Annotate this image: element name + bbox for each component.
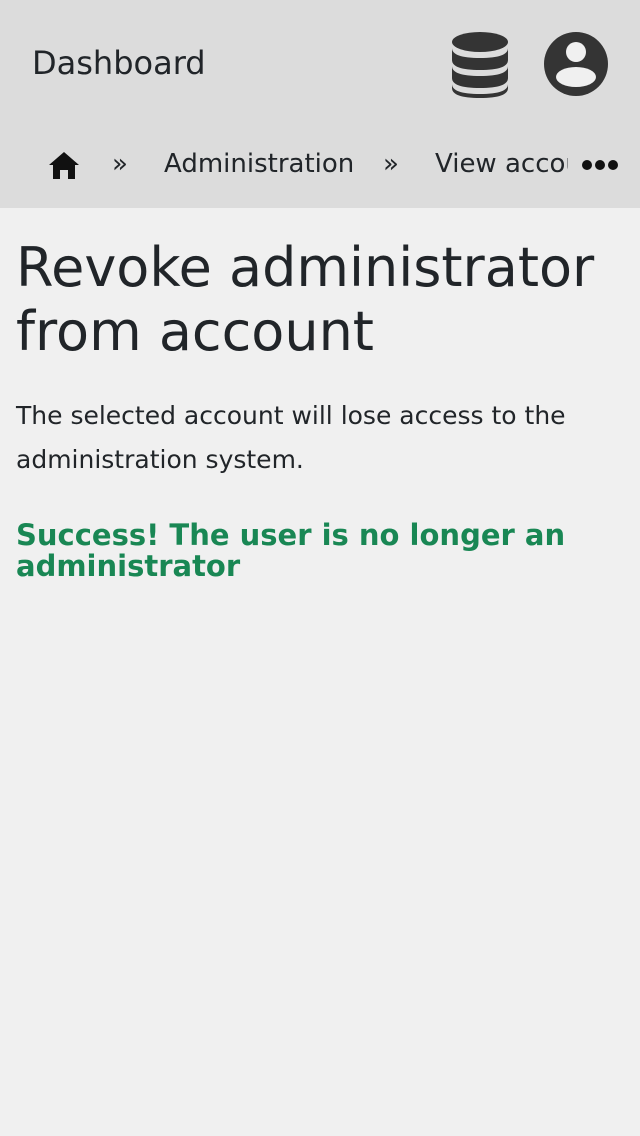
more-horizontal-icon[interactable] [580, 154, 620, 176]
breadcrumb-separator: » [383, 149, 399, 179]
breadcrumb-item-administration[interactable]: Administration [164, 146, 354, 182]
page-title: Revoke administrator from account [16, 236, 595, 363]
dashboard-link[interactable]: Dashboard [32, 43, 206, 83]
page-description: The selected account will lose access to… [16, 401, 566, 474]
top-navbar: Dashboard » Administration » View accoun… [0, 0, 640, 208]
success-message: Success! The user is no longer an admini… [16, 518, 566, 583]
breadcrumb-separator: » [112, 149, 128, 179]
database-icon[interactable] [448, 28, 512, 100]
main-content: Revoke administrator from account The se… [16, 230, 624, 582]
account-circle-icon[interactable] [544, 32, 608, 96]
breadcrumb: » Administration » View account [0, 126, 640, 202]
breadcrumb-item-view-account[interactable]: View account [435, 146, 568, 182]
home-icon[interactable] [48, 150, 80, 180]
